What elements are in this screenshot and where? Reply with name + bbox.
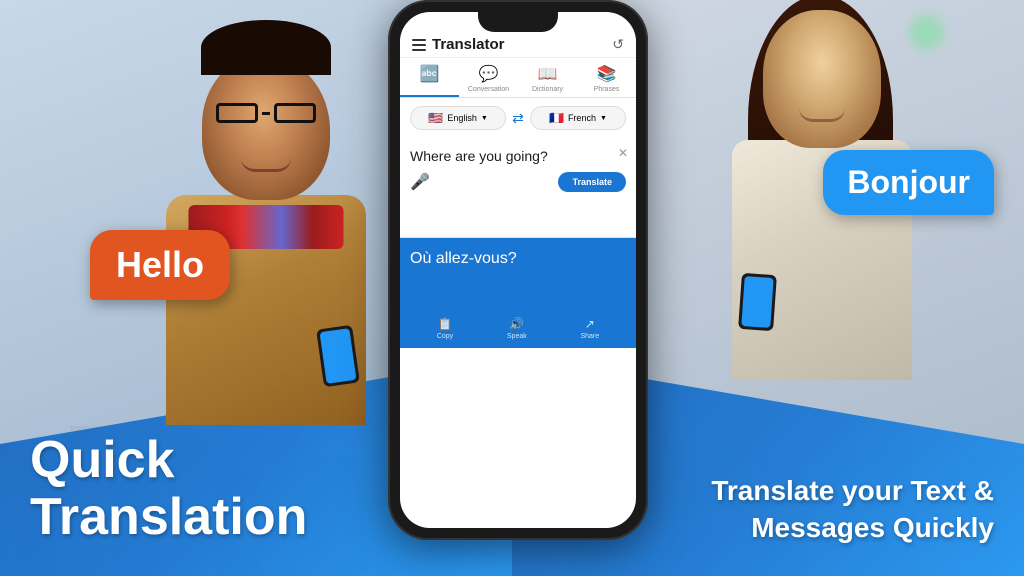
speak-label: Speak <box>507 333 527 340</box>
man-face <box>202 55 330 200</box>
phone-in-hand-right <box>738 273 777 331</box>
output-text-display: Où allez-vous? <box>410 250 626 268</box>
to-language-button[interactable]: 🇫🇷 French ▼ <box>530 106 626 130</box>
tab-conversation[interactable]: 💬 Conversation <box>459 58 518 97</box>
clear-input-button[interactable]: ✕ <box>618 146 628 160</box>
copy-icon: 📋 <box>438 317 453 331</box>
phone-frame: Translator ↺ 🔤 💬 Conversation 📖 D <box>388 0 648 540</box>
main-layout: Hello Quick Translation <box>0 0 1024 576</box>
phrases-tab-icon: 📚 <box>597 64 617 84</box>
copy-label: Copy <box>437 333 453 340</box>
tab-phrases[interactable]: 📚 Phrases <box>577 58 636 97</box>
copy-button[interactable]: 📋 Copy <box>437 317 453 340</box>
translation-text: Translation <box>30 489 307 546</box>
output-actions: 📋 Copy 🔊 Speak ↗ Share <box>400 317 636 340</box>
phone-in-hand-left <box>316 325 360 387</box>
right-title-line1: Translate your Text & <box>711 473 994 509</box>
tab-bar: 🔤 💬 Conversation 📖 Dictionary 📚 Phrases <box>400 58 636 98</box>
tab-translate[interactable]: 🔤 <box>400 58 459 97</box>
from-dropdown-arrow: ▼ <box>481 115 488 122</box>
conversation-tab-icon: 💬 <box>479 64 499 84</box>
right-title-line2: Messages Quickly <box>711 510 994 546</box>
bokeh-green <box>909 15 944 50</box>
app-header: Translator ↺ <box>400 28 636 58</box>
phrases-tab-label: Phrases <box>594 86 620 93</box>
app-title: Translator <box>432 36 505 53</box>
quick-text: Quick <box>30 432 307 489</box>
input-area: ✕ Where are you going? 🎤 Translate <box>400 138 636 238</box>
translate-button[interactable]: Translate <box>558 172 626 192</box>
hello-bubble: Hello <box>90 230 230 300</box>
menu-icon[interactable] <box>412 39 426 51</box>
output-area: Où allez-vous? 📋 Copy 🔊 Speak ↗ Share <box>400 238 636 348</box>
left-bottom-text: Quick Translation <box>30 432 307 546</box>
language-selector: 🇺🇸 English ▼ ⇄ 🇫🇷 French ▼ <box>400 98 636 138</box>
dictionary-tab-label: Dictionary <box>532 86 563 93</box>
from-language-name: English <box>447 113 477 123</box>
input-text-display: Where are you going? <box>410 148 626 164</box>
swap-languages-button[interactable]: ⇄ <box>512 110 524 127</box>
dictionary-tab-icon: 📖 <box>538 64 558 84</box>
header-left: Translator <box>412 36 505 53</box>
to-flag: 🇫🇷 <box>549 111 564 125</box>
conversation-tab-label: Conversation <box>468 86 509 93</box>
to-language-name: French <box>568 113 596 123</box>
man-glasses <box>216 103 316 123</box>
right-bottom-text: Translate your Text & Messages Quickly <box>711 473 994 546</box>
speak-icon: 🔊 <box>509 317 524 331</box>
bonjour-bubble: Bonjour <box>823 150 994 215</box>
share-label: Share <box>580 333 599 340</box>
share-button[interactable]: ↗ Share <box>580 317 599 340</box>
man-figure <box>166 20 366 425</box>
translate-tab-icon: 🔤 <box>420 64 440 84</box>
from-language-button[interactable]: 🇺🇸 English ▼ <box>410 106 506 130</box>
phone-device: Translator ↺ 🔤 💬 Conversation 📖 D <box>388 0 636 540</box>
tab-dictionary[interactable]: 📖 Dictionary <box>518 58 577 97</box>
speak-button[interactable]: 🔊 Speak <box>507 317 527 340</box>
woman-smile <box>799 108 845 122</box>
history-icon[interactable]: ↺ <box>612 36 624 53</box>
input-controls: 🎤 Translate <box>410 172 626 192</box>
phone-notch <box>478 12 558 32</box>
to-dropdown-arrow: ▼ <box>600 115 607 122</box>
microphone-button[interactable]: 🎤 <box>410 172 430 192</box>
woman-face <box>763 10 881 148</box>
phone-screen: Translator ↺ 🔤 💬 Conversation 📖 D <box>400 12 636 528</box>
share-icon: ↗ <box>585 317 595 331</box>
man-hair <box>201 20 331 75</box>
from-flag: 🇺🇸 <box>428 111 443 125</box>
man-smile <box>241 158 291 172</box>
